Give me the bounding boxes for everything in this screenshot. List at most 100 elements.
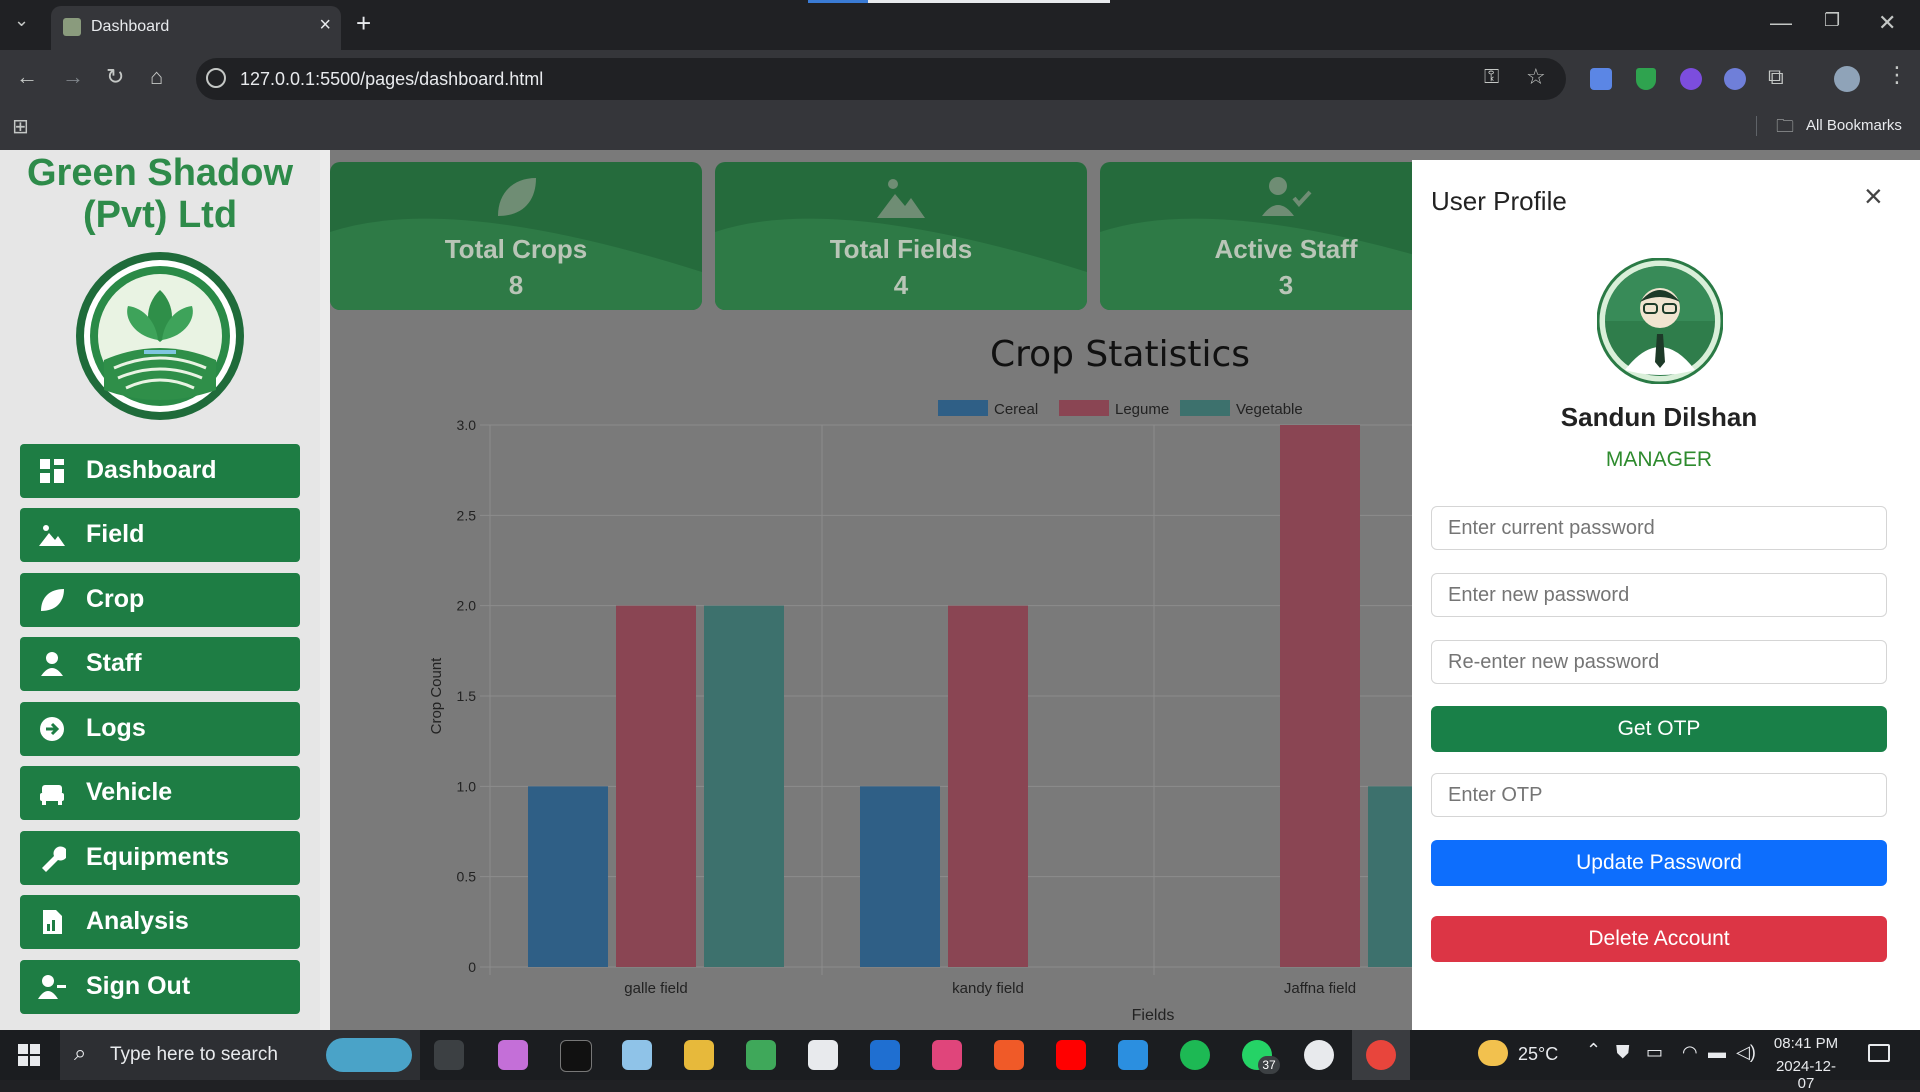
- browser-tab[interactable]: Dashboard ×: [51, 6, 341, 50]
- clock-date[interactable]: 2024-12-07: [1768, 1058, 1844, 1092]
- chrome-icon[interactable]: [1366, 1040, 1396, 1070]
- device-tray-icon[interactable]: ▭: [1646, 1042, 1663, 1063]
- minimize-icon[interactable]: —: [1770, 10, 1792, 36]
- forward-icon[interactable]: →: [62, 64, 84, 90]
- legend-swatch: [1059, 400, 1109, 416]
- sidebar-item-logs[interactable]: Logs: [20, 702, 300, 756]
- task-view-icon[interactable]: [434, 1040, 464, 1070]
- wrench-icon: [42, 846, 66, 872]
- restore-icon[interactable]: ❐: [1824, 10, 1840, 31]
- vscode-icon[interactable]: [1118, 1040, 1148, 1070]
- intellij-icon[interactable]: [932, 1040, 962, 1070]
- car-icon: [40, 785, 64, 805]
- outlook-icon[interactable]: [870, 1040, 900, 1070]
- weather-temperature[interactable]: 25°C: [1518, 1044, 1558, 1065]
- brave-browser-icon[interactable]: [994, 1040, 1024, 1070]
- sidebar-item-field[interactable]: Field: [20, 508, 300, 562]
- copilot-icon[interactable]: [498, 1040, 528, 1070]
- notes-app-icon[interactable]: [622, 1040, 652, 1070]
- tab-search-icon[interactable]: ⌄: [14, 10, 29, 31]
- brand-title: Green Shadow (Pvt) Ltd: [26, 152, 294, 236]
- whatsapp-badge: 37: [1258, 1056, 1280, 1074]
- spotify-icon[interactable]: [1180, 1040, 1210, 1070]
- site-info-icon[interactable]: [206, 68, 226, 88]
- close-tab-icon[interactable]: ×: [319, 14, 331, 37]
- github-icon[interactable]: [1304, 1040, 1334, 1070]
- panel-title: User Profile: [1431, 186, 1567, 216]
- clock-time[interactable]: 08:41 PM: [1772, 1035, 1840, 1052]
- bar-vegetable-galle-field: [704, 605, 784, 967]
- otp-input[interactable]: [1431, 773, 1887, 817]
- delete-account-button[interactable]: Delete Account: [1431, 916, 1887, 962]
- volume-icon[interactable]: ◁): [1736, 1042, 1756, 1063]
- battery-icon[interactable]: ▬: [1708, 1042, 1726, 1063]
- microsoft-store-icon[interactable]: [808, 1040, 838, 1070]
- new-tab-button[interactable]: +: [356, 8, 371, 39]
- x-axis-label: Fields: [1132, 1007, 1175, 1024]
- extensions-puzzle-icon[interactable]: ⧉: [1768, 64, 1784, 90]
- user-role: MANAGER: [1605, 448, 1713, 471]
- all-bookmarks-link[interactable]: All Bookmarks: [1806, 117, 1902, 134]
- new-password-input[interactable]: [1431, 573, 1887, 617]
- card-value: 4: [893, 270, 909, 300]
- sidebar-item-label: Field: [86, 520, 145, 548]
- bookmarks-divider: [1756, 116, 1757, 136]
- user-avatar: [1597, 258, 1723, 384]
- reload-icon[interactable]: ↻: [106, 64, 124, 90]
- sidebar-item-equipments[interactable]: Equipments: [20, 831, 300, 885]
- bookmark-star-icon[interactable]: ☆: [1526, 64, 1546, 90]
- chart-title: Crop Statistics: [990, 334, 1250, 375]
- terminal-icon[interactable]: [560, 1040, 592, 1072]
- weather-icon[interactable]: [1478, 1040, 1508, 1066]
- home-icon[interactable]: ⌂: [150, 64, 163, 90]
- progress-indicator-track: [868, 0, 1110, 3]
- leaf-icon: [41, 589, 64, 611]
- grid-icon: [40, 459, 64, 483]
- user-name: Sandun Dilshan: [1560, 402, 1758, 432]
- get-otp-button[interactable]: Get OTP: [1431, 706, 1887, 752]
- folder-icon: 🗀: [1776, 116, 1794, 136]
- close-window-icon[interactable]: ✕: [1878, 10, 1896, 36]
- sidebar-item-analysis[interactable]: Analysis: [20, 895, 300, 949]
- sidebar-item-vehicle[interactable]: Vehicle: [20, 766, 300, 820]
- bar-vegetable-jaffna-field: [1368, 786, 1412, 967]
- translate-extension-icon[interactable]: [1590, 68, 1612, 90]
- sidebar-item-dashboard[interactable]: Dashboard: [20, 444, 300, 498]
- sidebar-item-crop[interactable]: Crop: [20, 573, 300, 627]
- current-password-input[interactable]: [1431, 506, 1887, 550]
- password-key-icon[interactable]: ⚿: [1484, 66, 1499, 89]
- apps-grid-icon[interactable]: ⊞: [12, 114, 29, 139]
- meet-app-icon[interactable]: [746, 1040, 776, 1070]
- search-icon: ⌕: [74, 1040, 87, 1065]
- shield-extension-icon[interactable]: [1636, 68, 1656, 90]
- y-tick-label: 1.0: [457, 778, 477, 794]
- update-password-button[interactable]: Update Password: [1431, 840, 1887, 886]
- sidebar-item-staff[interactable]: Staff: [20, 637, 300, 691]
- sidebar-item-sign-out[interactable]: Sign Out: [20, 960, 300, 1014]
- security-tray-icon[interactable]: ⛊: [1616, 1042, 1630, 1063]
- back-icon[interactable]: ←: [16, 64, 38, 90]
- notifications-icon[interactable]: [1868, 1044, 1890, 1062]
- menu-dots-icon[interactable]: ⋮: [1886, 62, 1908, 88]
- taskbar-search-placeholder[interactable]: Type here to search: [110, 1044, 278, 1066]
- progress-indicator: [808, 0, 868, 3]
- close-panel-icon[interactable]: ×: [1864, 180, 1883, 212]
- youtube-icon[interactable]: [1056, 1040, 1086, 1070]
- bookmarks-bar: [0, 108, 1920, 150]
- search-highlight-image: [326, 1038, 412, 1072]
- card-value: 8: [508, 270, 524, 300]
- reenter-password-input[interactable]: [1431, 640, 1887, 684]
- user-minus-icon: [38, 975, 66, 999]
- file-explorer-icon[interactable]: [684, 1040, 714, 1070]
- legend-label: Vegetable: [1236, 401, 1303, 418]
- windows-start-icon[interactable]: [18, 1044, 40, 1066]
- profile-avatar-icon[interactable]: [1834, 66, 1860, 92]
- url-text[interactable]: 127.0.0.1:5500/pages/dashboard.html: [240, 69, 543, 90]
- extension-icon[interactable]: [1680, 68, 1702, 90]
- user-icon: [41, 652, 63, 676]
- extension-icon-2[interactable]: [1724, 68, 1746, 90]
- sidebar-item-label: Logs: [86, 714, 146, 742]
- sidebar-item-label: Dashboard: [86, 456, 217, 484]
- show-hidden-icons-icon[interactable]: ⌃: [1586, 1040, 1601, 1061]
- wifi-icon[interactable]: ◠: [1682, 1042, 1698, 1063]
